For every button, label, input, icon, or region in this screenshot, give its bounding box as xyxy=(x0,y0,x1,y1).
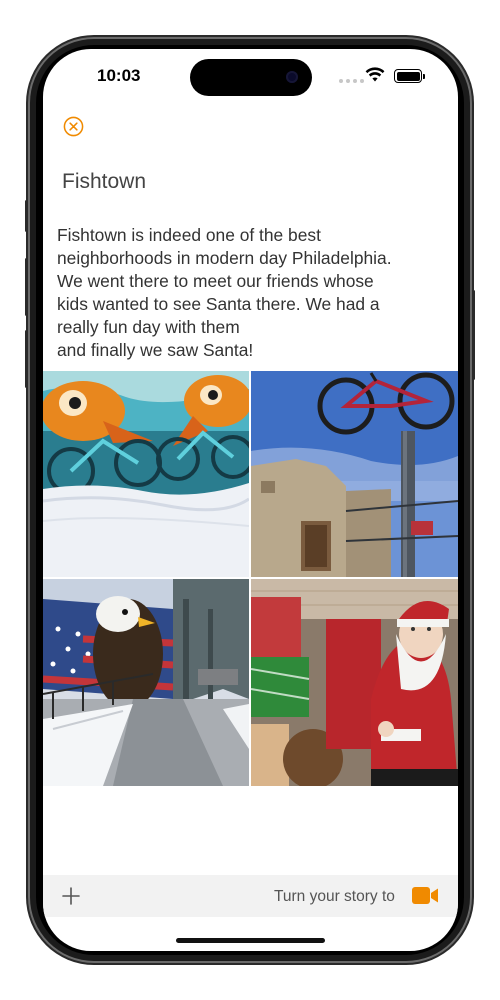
fish-bicycle-mural-photo[interactable] xyxy=(43,371,249,577)
plus-icon[interactable] xyxy=(61,886,81,906)
santa-claus-photo[interactable] xyxy=(251,579,458,786)
video-camera-icon[interactable] xyxy=(412,886,439,905)
cellular-signal-icon xyxy=(339,79,364,83)
action-button xyxy=(25,200,28,232)
eagle-flag-mural-photo[interactable] xyxy=(43,579,249,786)
turn-story-label: Turn your story to xyxy=(274,888,395,905)
status-time: 10:03 xyxy=(97,66,141,85)
volume-down-button xyxy=(25,330,28,388)
front-camera xyxy=(286,71,298,83)
status-bar: 10:03 xyxy=(43,49,458,103)
battery-icon xyxy=(394,69,425,83)
wifi-icon xyxy=(365,67,385,82)
home-indicator[interactable] xyxy=(176,938,325,943)
dynamic-island xyxy=(190,59,312,96)
note-body[interactable]: Fishtown is indeed one of the best neigh… xyxy=(57,224,447,362)
screen: 10:03 Fishtown Fishtown is indeed one of… xyxy=(43,49,458,951)
bicycle-on-pole-photo[interactable] xyxy=(251,371,458,577)
power-button xyxy=(472,290,475,380)
note-title[interactable]: Fishtown xyxy=(62,170,146,194)
photo-grid xyxy=(43,371,458,786)
close-icon[interactable] xyxy=(63,116,84,137)
volume-up-button xyxy=(25,258,28,316)
bottom-toolbar: Turn your story to xyxy=(43,875,458,917)
